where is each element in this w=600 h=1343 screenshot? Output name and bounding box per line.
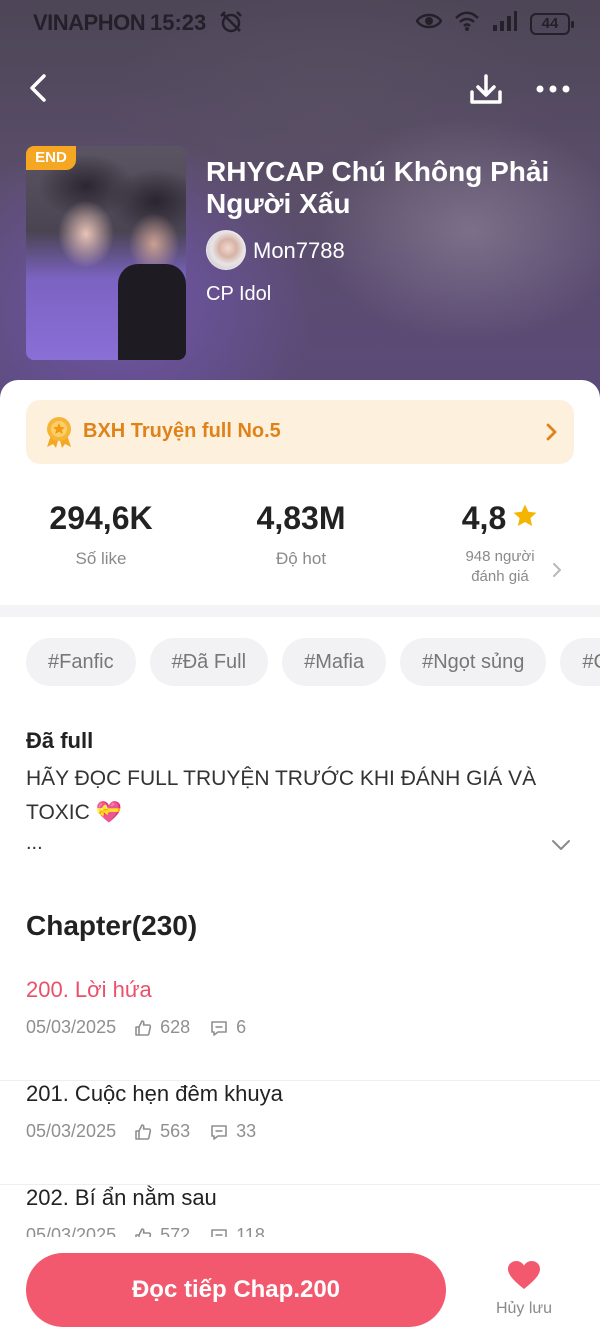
bottom-action-bar: Đọc tiếp Chap.200 Hủy lưu	[0, 1237, 600, 1343]
chapter-meta: 05/03/2025 628 6	[26, 1017, 246, 1038]
rating-count-line2: đánh giá	[471, 568, 529, 585]
chapter-row[interactable]: 200. Lời hứa 05/03/2025 628 6	[0, 977, 600, 1081]
chapter-meta: 05/03/2025 563 33	[26, 1121, 256, 1142]
story-description: HÃY ĐỌC FULL TRUYỆN TRƯỚC KHI ĐÁNH GIÁ V…	[26, 767, 537, 824]
section-divider	[0, 605, 600, 617]
story-category[interactable]: CP Idol	[206, 283, 271, 306]
thumbs-up-icon	[135, 1123, 152, 1140]
back-button[interactable]	[22, 70, 58, 106]
tag-chip[interactable]: #Đã Full	[149, 638, 269, 686]
chapter-title: 201. Cuộc hẹn đêm khuya	[26, 1081, 283, 1106]
completion-status: Đã full	[26, 728, 94, 753]
likes-stat: 294,6K Số like	[26, 500, 176, 569]
download-button[interactable]	[466, 70, 506, 110]
ranking-banner[interactable]: BXH Truyện full No.5	[26, 400, 574, 464]
story-title: RHYCAP Chú Không Phải Người Xấu	[206, 156, 550, 219]
likes-count: 294,6K	[49, 500, 153, 536]
star-icon	[512, 503, 538, 534]
chevron-left-icon	[30, 74, 46, 102]
chapter-title: 202. Bí ẩn nằm sau	[26, 1185, 217, 1210]
hot-stat: 4,83M Độ hot	[226, 500, 376, 569]
signal-icon	[492, 10, 518, 37]
more-dots-icon	[536, 85, 570, 93]
tag-chip[interactable]: #Mafia	[282, 638, 387, 686]
description-ellipsis: ...	[26, 832, 43, 854]
alarm-off-icon	[218, 9, 244, 40]
likes-label: Số like	[75, 549, 127, 568]
continue-reading-button[interactable]: Đọc tiếp Chap.200	[26, 1253, 446, 1327]
comment-icon	[211, 1124, 227, 1140]
carrier-label: VINAPHON	[33, 10, 146, 35]
unsave-button[interactable]: Hủy lưu	[482, 1259, 566, 1318]
medal-icon	[42, 415, 76, 449]
tag-chip[interactable]: #Ngọt sủng	[400, 638, 547, 686]
status-bar: VINAPHON 15:23 44	[0, 0, 600, 44]
author-avatar[interactable]	[206, 230, 246, 270]
story-cover	[26, 146, 186, 360]
clock: 15:23	[150, 10, 207, 35]
unsave-label: Hủy lưu	[495, 1300, 553, 1317]
thumbs-up-icon	[135, 1019, 152, 1036]
battery-icon: 44	[530, 12, 574, 35]
chapter-comments: 33	[236, 1121, 257, 1141]
rating-count-line1: 948 người	[465, 548, 535, 565]
tag-chip[interactable]: #Cổ	[560, 638, 600, 686]
chapter-comments: 6	[236, 1017, 247, 1037]
story-hero: VINAPHON 15:23 44 END RHYCAP Chú Không P	[0, 0, 600, 400]
chapter-likes: 628	[160, 1017, 191, 1037]
heart-icon	[508, 1261, 540, 1289]
chapter-date: 05/03/2025	[26, 1017, 117, 1037]
author-name[interactable]: Mon7788	[253, 238, 345, 264]
chapter-title: 200. Lời hứa	[26, 977, 152, 1002]
rating-chevron-right-icon[interactable]	[552, 562, 562, 578]
comment-icon	[211, 1020, 227, 1036]
chapter-date: 05/03/2025	[26, 1121, 117, 1141]
tag-list: #Fanfic #Đã Full #Mafia #Ngọt sủng #Cổ	[26, 638, 600, 686]
expand-description-chevron-down-icon[interactable]	[551, 838, 571, 852]
chevron-right-icon	[546, 422, 558, 442]
chapter-likes: 563	[160, 1121, 191, 1141]
end-badge: END	[26, 146, 76, 170]
tag-chip[interactable]: #Fanfic	[26, 638, 136, 686]
hot-label: Độ hot	[275, 549, 327, 568]
eye-icon	[415, 12, 443, 35]
wifi-icon	[454, 10, 480, 37]
more-options-button[interactable]	[534, 74, 574, 104]
rating-score: 4,8	[461, 500, 507, 536]
story-detail-sheet: BXH Truyện full No.5 294,6K Số like 4,83…	[0, 380, 600, 1343]
rating-stat[interactable]: 4,8 948 người đánh giá	[430, 500, 570, 587]
chapter-row[interactable]: 201. Cuộc hẹn đêm khuya 05/03/2025 563 3…	[0, 1081, 600, 1185]
chapter-list-header: Chapter(230)	[26, 910, 198, 941]
hot-count: 4,83M	[256, 500, 346, 536]
download-icon	[470, 74, 502, 104]
ranking-label: BXH Truyện full No.5	[83, 420, 281, 442]
